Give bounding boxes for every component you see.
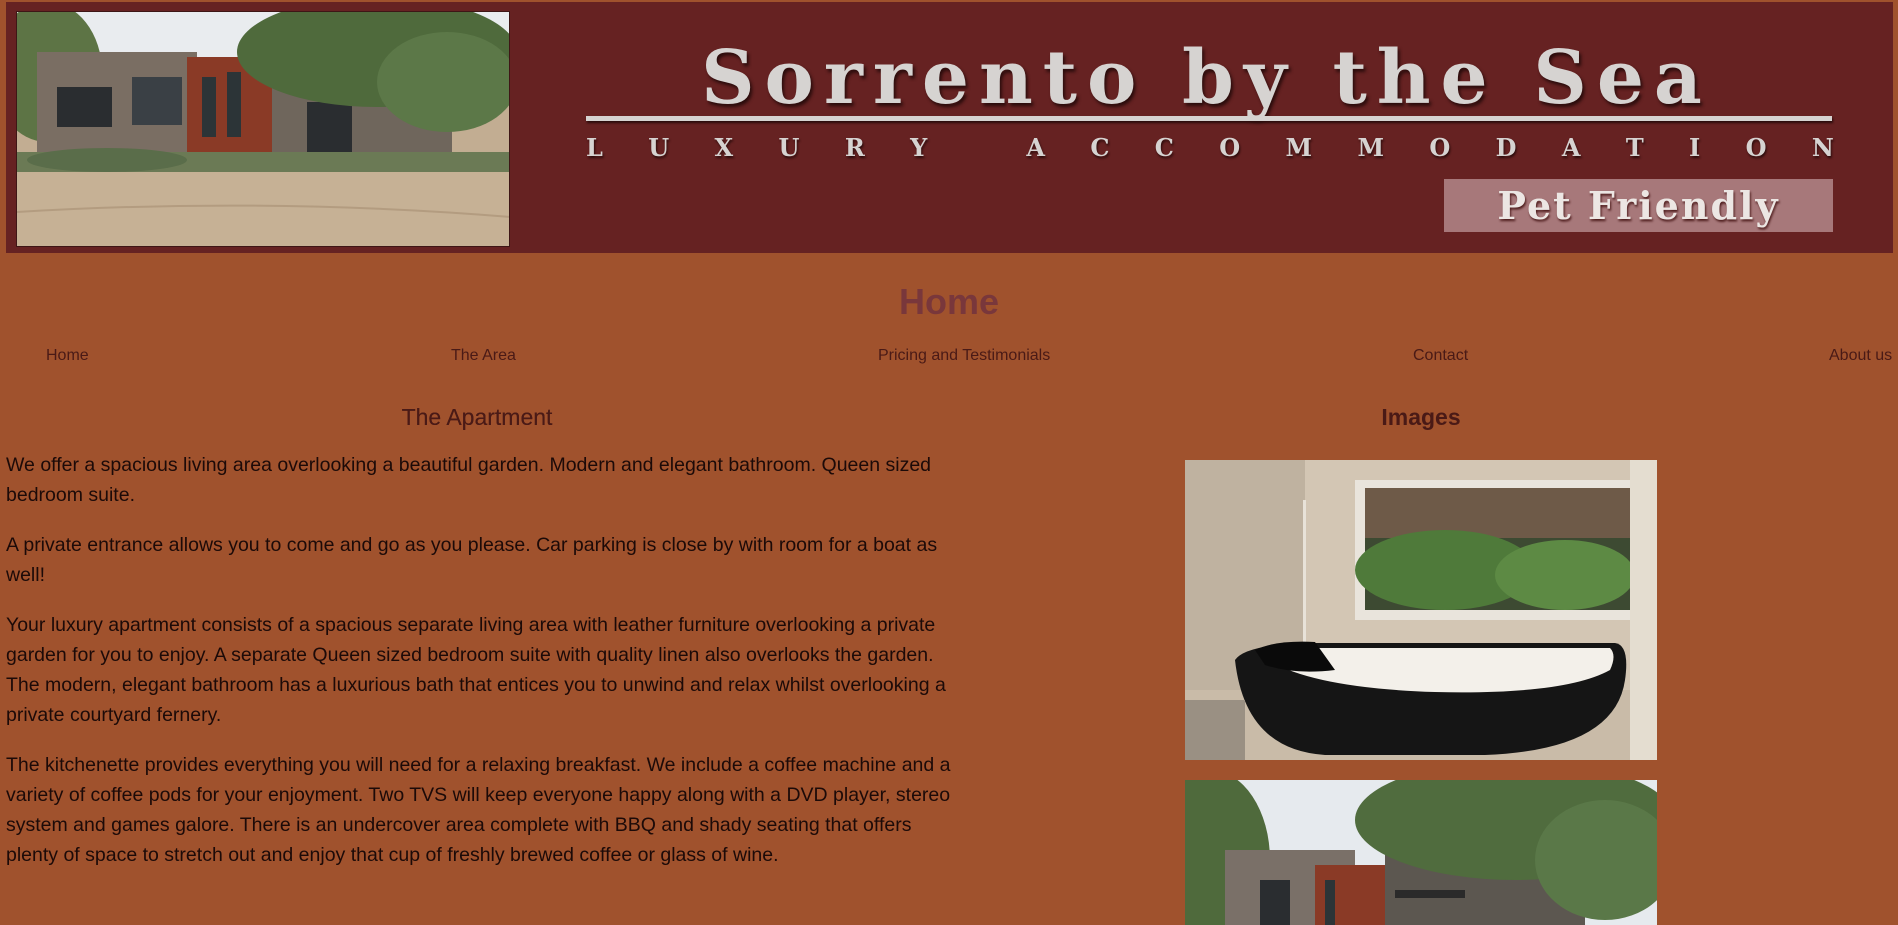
apartment-section: The Apartment We offer a spacious living… — [6, 400, 951, 866]
pet-friendly-badge: Pet Friendly — [1444, 179, 1833, 232]
subtitle-letter: M — [1357, 133, 1385, 162]
apartment-paragraph: We offer a spacious living area overlook… — [6, 454, 932, 506]
site-title: Sorrento by the Sea — [701, 35, 1712, 121]
bathroom-photo[interactable] — [1185, 460, 1657, 760]
subtitle-letter: D — [1495, 133, 1517, 162]
images-heading: Images — [1381, 404, 1461, 430]
subtitle-letter: R — [844, 133, 865, 162]
nav-link-contact[interactable]: Contact — [1413, 345, 1468, 367]
subtitle-letter: Y — [910, 133, 928, 162]
nav-link-the-area[interactable]: The Area — [451, 345, 516, 367]
subtitle-letter: U — [778, 133, 800, 162]
page-title: Home — [898, 281, 1000, 322]
subtitle-letter: U — [648, 133, 670, 162]
subtitle-letter: A — [1026, 133, 1045, 162]
nav-link-home[interactable]: Home — [46, 345, 89, 367]
subtitle-letter: M — [1285, 133, 1313, 162]
subtitle-letter: O — [1429, 133, 1451, 162]
nav-link-about-us[interactable]: About us — [1829, 345, 1892, 367]
subtitle-letter: A — [1561, 133, 1581, 162]
title-divider — [586, 116, 1832, 121]
apartment-heading: The Apartment — [401, 404, 553, 430]
apartment-paragraph: A private entrance allows you to come an… — [6, 534, 938, 586]
banner-house-photo — [16, 11, 510, 247]
subtitle-letter: L — [586, 133, 603, 162]
subtitle-letter: X — [714, 133, 734, 162]
site-banner: Sorrento by the Sea L U X U R Y A C C O M M O D A T I O N… — [6, 2, 1893, 253]
apartment-paragraph: Your luxury apartment consists of a spac… — [6, 614, 946, 726]
subtitle-letter: O — [1745, 133, 1767, 162]
subtitle-letter: O — [1219, 133, 1241, 162]
subtitle-letter — [973, 133, 981, 163]
subtitle-letter: C — [1090, 133, 1110, 162]
nav-link-pricing[interactable]: Pricing and Testimonials — [878, 345, 1050, 367]
apartment-paragraph: The kitchenette provides everything you … — [6, 754, 951, 866]
subtitle-letter: N — [1811, 133, 1834, 162]
site-subtitle: LUXURY ACCOMMODATION — [586, 133, 1834, 163]
page: Sorrento by the Sea L U X U R Y A C C O M M O D A T I O N… — [0, 0, 1898, 925]
subtitle-letter: I — [1689, 133, 1701, 162]
subtitle-letter: C — [1154, 133, 1174, 162]
exterior-photo[interactable] — [1185, 780, 1657, 925]
subtitle-letter: T — [1625, 133, 1644, 162]
